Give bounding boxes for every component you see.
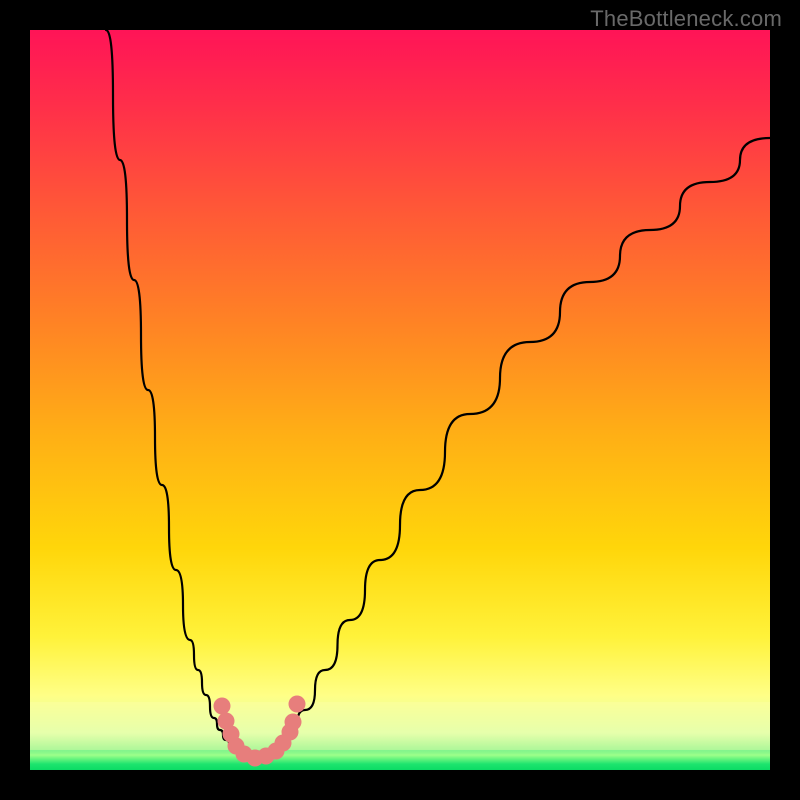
bottleneck-curve [106, 30, 770, 756]
marker-dot [289, 696, 306, 713]
marker-dot [214, 698, 231, 715]
chart-frame: TheBottleneck.com [0, 0, 800, 800]
chart-plot-area [30, 30, 770, 770]
marker-dot [285, 714, 302, 731]
marker-dots [214, 696, 306, 767]
watermark-text: TheBottleneck.com [590, 6, 782, 32]
curve-layer [30, 30, 770, 770]
